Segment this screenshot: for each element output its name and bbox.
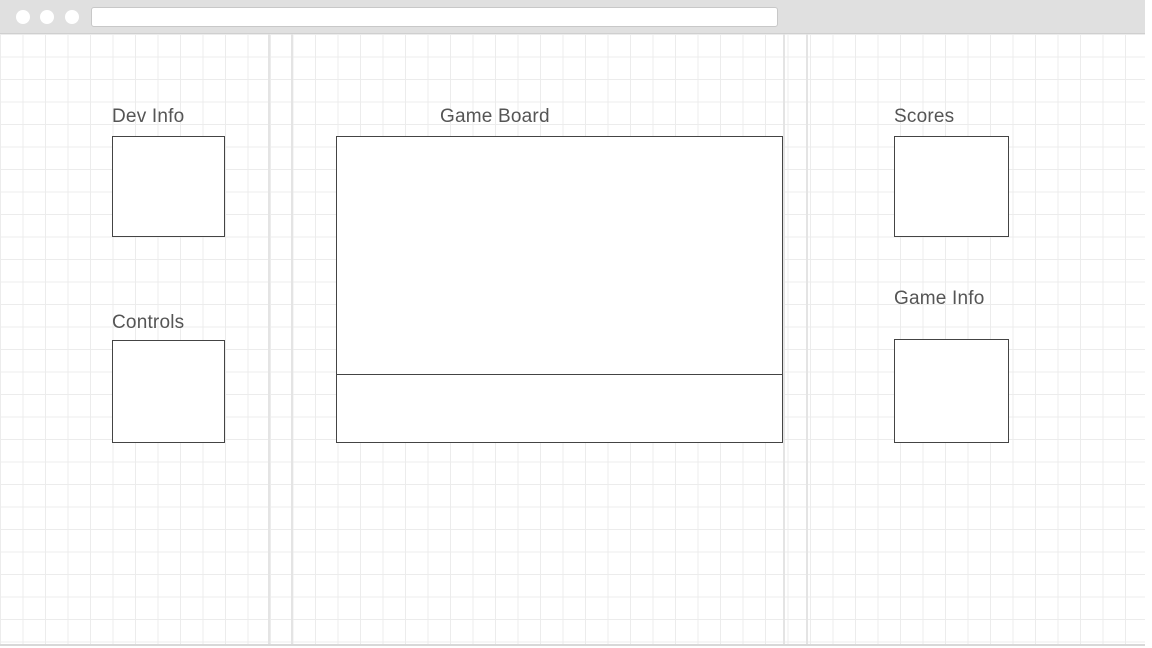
column-divider — [783, 34, 785, 644]
browser-window: Dev Info Controls Game Board Scores Game… — [0, 0, 1145, 646]
minimize-window-icon[interactable] — [40, 10, 54, 24]
game-info-heading: Game Info — [894, 288, 985, 309]
game-board-panel[interactable] — [336, 136, 783, 375]
game-info-panel — [894, 339, 1009, 443]
column-divider — [268, 34, 270, 644]
controls-panel — [112, 340, 225, 443]
wireframe-canvas: Dev Info Controls Game Board Scores Game… — [0, 34, 1145, 644]
game-board-footer-panel — [336, 374, 783, 443]
maximize-window-icon[interactable] — [65, 10, 79, 24]
game-board-heading: Game Board — [440, 106, 550, 127]
browser-titlebar — [0, 0, 1145, 34]
dev-info-heading: Dev Info — [112, 106, 185, 127]
controls-heading: Controls — [112, 312, 185, 333]
column-divider — [291, 34, 293, 644]
close-window-icon[interactable] — [16, 10, 30, 24]
scores-panel — [894, 136, 1009, 237]
dev-info-panel — [112, 136, 225, 237]
address-bar[interactable] — [91, 7, 778, 27]
column-divider — [806, 34, 808, 644]
scores-heading: Scores — [894, 106, 955, 127]
